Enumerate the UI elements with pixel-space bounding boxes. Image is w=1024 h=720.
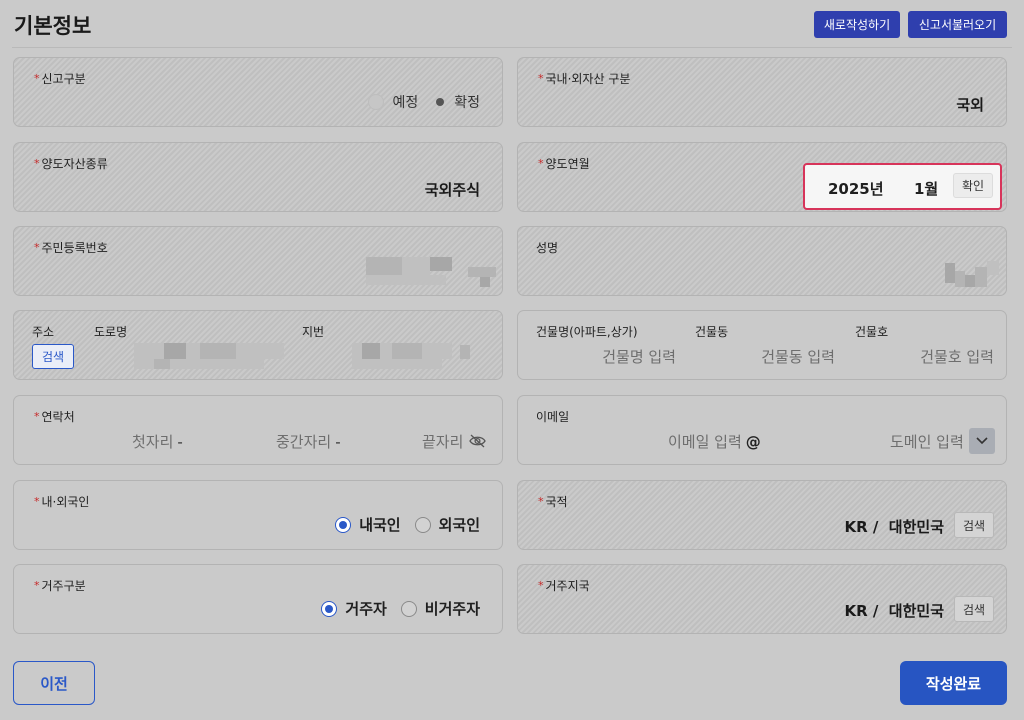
asset-location-card: * 국내·외자산 구분 국외 [517, 57, 1007, 127]
citizenship-option-foreign[interactable]: 외국인 [414, 514, 480, 535]
residency-label: 거주구분 [41, 579, 86, 593]
phone-first-input[interactable]: 첫자리 - [132, 431, 183, 452]
asset-location-value: 국외 [956, 96, 984, 114]
required-icon: * [538, 579, 544, 592]
radio-unchecked-icon [400, 600, 417, 617]
report-type-card: * 신고구분 예정 확정 [13, 57, 503, 127]
residence-country-search-button[interactable]: 검색 [954, 596, 995, 622]
building-name-input[interactable]: 건물명 입력 [602, 346, 676, 367]
new-report-button[interactable]: 새로작성하기 [814, 11, 900, 38]
required-icon: * [34, 157, 40, 170]
load-report-button[interactable]: 신고서불러오기 [908, 11, 1007, 38]
contact-card: * 연락처 첫자리 - 중간자리 - 끝자리 [13, 395, 503, 465]
asset-type-label: 양도자산종류 [41, 157, 108, 171]
email-at-sign: @ [745, 433, 761, 451]
header: 기본정보 새로작성하기 신고서불러오기 [12, 0, 1012, 48]
required-icon: * [34, 72, 40, 85]
nationality-card: * 국적 KR / 대한민국 검색 [517, 480, 1007, 550]
contact-label: 연락처 [41, 410, 75, 424]
nationality-search-button[interactable]: 검색 [954, 512, 995, 538]
transfer-date-highlight-box: 2025년 1월 확인 [803, 163, 1002, 210]
transfer-month-value[interactable]: 1월 [914, 178, 938, 199]
residency-radio-group: 거주자 비거주자 [307, 598, 480, 619]
asset-location-label: 국내·외자산 구분 [545, 72, 631, 86]
email-card: 이메일 이메일 입력 @ 도메인 입력 [517, 395, 1007, 465]
chevron-down-icon [976, 437, 988, 445]
residency-option-nonresident[interactable]: 비거주자 [400, 598, 480, 619]
name-label: 성명 [536, 241, 559, 255]
citizenship-radio-group: 내국인 외국인 [321, 514, 480, 535]
lot-address-label: 지번 [302, 325, 325, 339]
eye-off-icon[interactable] [469, 434, 486, 448]
required-icon: * [538, 157, 544, 170]
citizenship-label: 내·외국인 [41, 495, 90, 509]
residency-option-resident[interactable]: 거주자 [321, 598, 387, 619]
email-domain-input[interactable]: 도메인 입력 [890, 431, 964, 452]
address-card: 주소 검색 도로명 지번 [13, 310, 503, 380]
citizenship-option-domestic[interactable]: 내국인 [335, 514, 401, 535]
phone-last-input[interactable]: 끝자리 [422, 431, 463, 452]
previous-button[interactable]: 이전 [13, 661, 95, 705]
report-type-radio-group: 예정 확정 [354, 92, 480, 112]
address-label: 주소 [32, 325, 55, 339]
residency-card: * 거주구분 거주자 비거주자 [13, 564, 503, 634]
radio-checked-icon [335, 516, 352, 533]
radio-dot-icon [436, 98, 445, 106]
phone-middle-input[interactable]: 중간자리 - [276, 431, 341, 452]
option-label: 예정 [392, 95, 419, 111]
building-name-label: 건물명(아파트,상가) [536, 325, 638, 339]
asset-type-card: * 양도자산종류 국외주식 [13, 142, 503, 212]
transfer-date-confirm-button[interactable]: 확인 [953, 173, 994, 198]
email-domain-dropdown-button[interactable] [969, 428, 995, 454]
required-icon: * [34, 241, 40, 254]
required-icon: * [34, 495, 40, 508]
name-card: 성명 [517, 226, 1007, 296]
option-label: 확정 [454, 95, 480, 111]
radio-unchecked-icon [414, 516, 431, 533]
resident-number-card: * 주민등록번호 [13, 226, 503, 296]
transfer-date-label: 양도연월 [545, 157, 590, 171]
residence-country-card: * 거주지국 KR / 대한민국 검색 [517, 564, 1007, 634]
report-type-option-confirmed[interactable]: 확정 [432, 92, 480, 112]
building-dong-input[interactable]: 건물동 입력 [761, 346, 835, 367]
report-type-label: 신고구분 [41, 72, 86, 86]
building-dong-label: 건물동 [695, 325, 729, 339]
nationality-value: KR / 대한민국 [844, 518, 944, 536]
radio-checked-icon [321, 600, 338, 617]
required-icon: * [538, 495, 544, 508]
required-icon: * [538, 72, 544, 85]
address-search-button[interactable]: 검색 [32, 344, 74, 369]
road-address-label: 도로명 [94, 325, 128, 339]
complete-button[interactable]: 작성완료 [900, 661, 1007, 705]
residence-country-label: 거주지국 [545, 579, 590, 593]
required-icon: * [34, 410, 40, 423]
transfer-year-value[interactable]: 2025년 [828, 178, 884, 199]
email-label: 이메일 [536, 410, 570, 424]
building-ho-label: 건물호 [855, 325, 889, 339]
report-type-option-planned[interactable]: 예정 [368, 92, 418, 112]
required-icon: * [34, 579, 40, 592]
building-ho-input[interactable]: 건물호 입력 [920, 346, 994, 367]
email-id-input[interactable]: 이메일 입력 @ [668, 431, 761, 452]
radio-empty-icon [368, 94, 385, 110]
residence-country-value: KR / 대한민국 [844, 602, 944, 620]
resident-number-label: 주민등록번호 [41, 241, 108, 255]
nationality-label: 국적 [545, 495, 568, 509]
asset-type-value: 국외주식 [424, 181, 480, 199]
citizenship-card: * 내·외국인 내국인 외국인 [13, 480, 503, 550]
building-card: 건물명(아파트,상가) 건물동 건물호 건물명 입력 건물동 입력 건물호 입력 [517, 310, 1007, 380]
page-title: 기본정보 [14, 14, 92, 38]
